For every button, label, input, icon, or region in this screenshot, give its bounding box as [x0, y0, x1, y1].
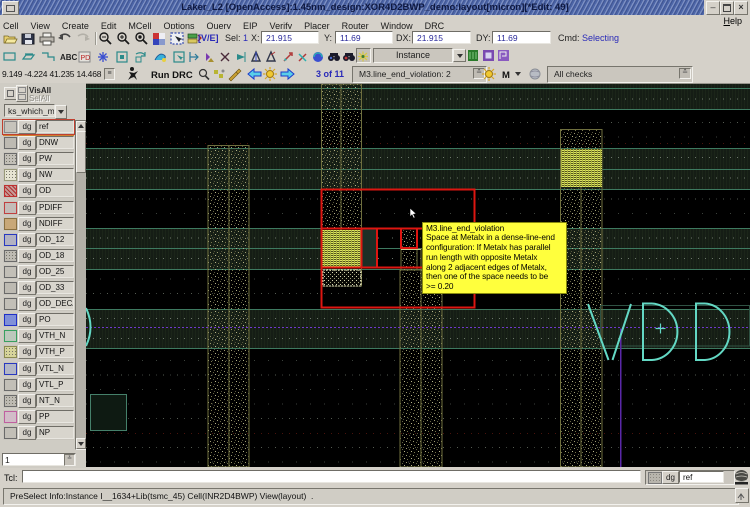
svg-text:Run DRC: Run DRC [151, 70, 193, 81]
svg-text:M: M [502, 70, 510, 81]
svg-text:ABC: ABC [60, 53, 78, 62]
svg-text:PD: PD [81, 55, 91, 62]
